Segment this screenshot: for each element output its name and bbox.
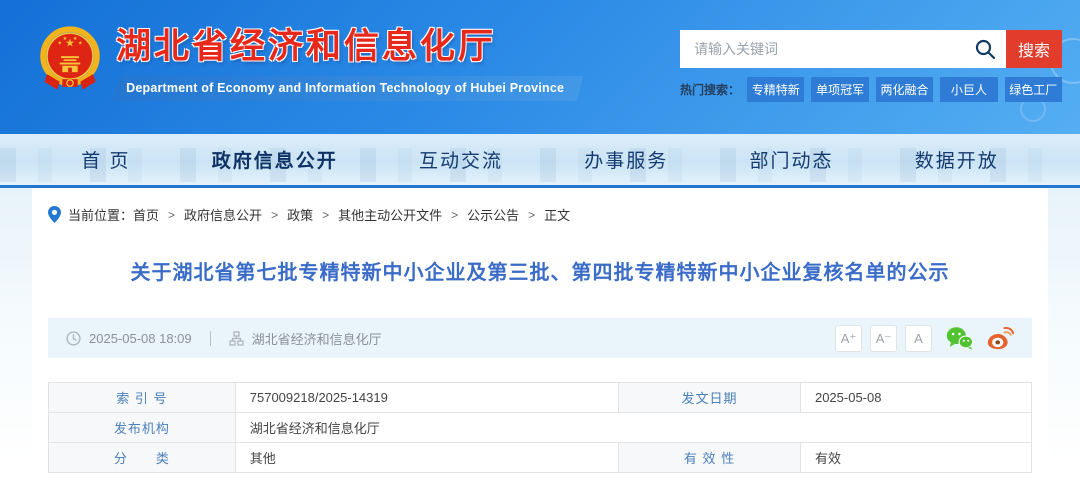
breadcrumb-separator: > xyxy=(528,208,535,222)
category-value: 其他 xyxy=(235,443,618,473)
issue-date-label: 发文日期 xyxy=(619,383,801,413)
main-nav: 首 页 政府信息公开 互动交流 办事服务 部门动态 数据开放 xyxy=(0,134,1080,188)
search-block: 搜索 热门搜索： 专精特新 单项冠军 两化融合 小巨人 绿色工厂 xyxy=(680,30,1062,102)
index-number-label: 索 引 号 xyxy=(49,383,236,413)
hot-tag-lianghuaronghe[interactable]: 两化融合 xyxy=(876,77,933,102)
site-header: ★ ★ ★ ★ ★ 湖北省经济和信息化厅 Department of Econo… xyxy=(0,0,1080,134)
issuing-org-value: 湖北省经济和信息化厅 xyxy=(235,413,1031,443)
publish-source: 湖北省经济和信息化厅 xyxy=(252,329,382,348)
nav-item-gov-info[interactable]: 政府信息公开 xyxy=(212,146,338,173)
clock-icon xyxy=(66,331,81,346)
weibo-share-icon[interactable] xyxy=(987,326,1014,350)
search-input-wrap xyxy=(680,30,1006,68)
category-label: 分 类 xyxy=(49,443,236,473)
search-button[interactable]: 搜索 xyxy=(1006,30,1062,68)
breadcrumb-gov-info[interactable]: 政府信息公开 xyxy=(184,205,262,224)
content-panel: 当前位置： 首页 > 政府信息公开 > 政策 > 其他主动公开文件 > 公示公告… xyxy=(32,188,1048,492)
document-info-table: 索 引 号 757009218/2025-14319 发文日期 2025-05-… xyxy=(48,382,1032,473)
hot-search-label: 热门搜索： xyxy=(680,81,740,98)
location-pin-icon xyxy=(48,206,61,223)
breadcrumb: 当前位置： 首页 > 政府信息公开 > 政策 > 其他主动公开文件 > 公示公告… xyxy=(32,188,1048,224)
nav-item-open-data[interactable]: 数据开放 xyxy=(915,146,999,173)
breadcrumb-separator: > xyxy=(271,208,278,222)
breadcrumb-home[interactable]: 首页 xyxy=(133,205,159,224)
index-number-value: 757009218/2025-14319 xyxy=(235,383,618,413)
issue-date-value: 2025-05-08 xyxy=(800,383,1031,413)
breadcrumb-separator: > xyxy=(451,208,458,222)
nav-item-home[interactable]: 首 页 xyxy=(81,146,130,173)
font-decrease-button[interactable]: A⁻ xyxy=(870,325,897,352)
svg-text:★: ★ xyxy=(78,40,83,46)
publish-datetime: 2025-05-08 18:09 xyxy=(89,331,192,346)
table-row: 发布机构 湖北省经济和信息化厅 xyxy=(49,413,1032,443)
org-sitemap-icon xyxy=(229,331,244,346)
validity-value: 有效 xyxy=(800,443,1031,473)
search-icon[interactable] xyxy=(974,38,996,60)
breadcrumb-separator: > xyxy=(168,208,175,222)
site-title: 湖北省经济和信息化厅 xyxy=(116,18,580,69)
article-title: 关于湖北省第七批专精特新中小企业及第三批、第四批专精特新中小企业复核名单的公示 xyxy=(32,259,1048,287)
article-meta-bar: 2025-05-08 18:09 湖北省经济和信息化厅 A⁺ A⁻ A xyxy=(48,318,1032,358)
breadcrumb-other-docs[interactable]: 其他主动公开文件 xyxy=(338,205,442,224)
font-increase-button[interactable]: A⁺ xyxy=(835,325,862,352)
meta-divider xyxy=(210,331,211,346)
breadcrumb-announcements[interactable]: 公示公告 xyxy=(467,205,519,224)
page-background: 当前位置： 首页 > 政府信息公开 > 政策 > 其他主动公开文件 > 公示公告… xyxy=(0,188,1080,492)
national-emblem-logo: ★ ★ ★ ★ ★ xyxy=(38,25,102,95)
nav-item-interaction[interactable]: 互动交流 xyxy=(419,146,503,173)
breadcrumb-current: 正文 xyxy=(544,205,570,224)
table-row: 分 类 其他 有 效 性 有效 xyxy=(49,443,1032,473)
breadcrumb-separator: > xyxy=(322,208,329,222)
nav-item-services[interactable]: 办事服务 xyxy=(584,146,668,173)
svg-text:★: ★ xyxy=(63,36,68,42)
site-title-en-band: Department of Economy and Information Te… xyxy=(113,76,583,101)
hot-search-tags: 专精特新 单项冠军 两化融合 小巨人 绿色工厂 xyxy=(747,77,1062,102)
breadcrumb-label: 当前位置： xyxy=(68,205,133,224)
hot-tag-xiaojuren[interactable]: 小巨人 xyxy=(940,77,997,102)
svg-text:★: ★ xyxy=(73,36,78,42)
site-brand: ★ ★ ★ ★ ★ 湖北省经济和信息化厅 Department of Econo… xyxy=(38,18,580,101)
breadcrumb-policy[interactable]: 政策 xyxy=(287,205,313,224)
search-input[interactable] xyxy=(680,41,974,57)
issuing-org-label: 发布机构 xyxy=(49,413,236,443)
hot-tag-lvsegongchang[interactable]: 绿色工厂 xyxy=(1005,77,1062,102)
wechat-share-icon[interactable] xyxy=(946,326,973,350)
font-reset-button[interactable]: A xyxy=(905,325,932,352)
hot-tag-zhuanjingtexin[interactable]: 专精特新 xyxy=(747,77,804,102)
article-meta-right: A⁺ A⁻ A xyxy=(835,325,1014,352)
nav-item-department-news[interactable]: 部门动态 xyxy=(750,146,834,173)
article-meta-left: 2025-05-08 18:09 湖北省经济和信息化厅 xyxy=(66,329,382,348)
validity-label: 有 效 性 xyxy=(619,443,801,473)
table-row: 索 引 号 757009218/2025-14319 发文日期 2025-05-… xyxy=(49,383,1032,413)
site-title-en: Department of Economy and Information Te… xyxy=(126,81,564,95)
hot-tag-danxiangguanjun[interactable]: 单项冠军 xyxy=(811,77,868,102)
svg-text:★: ★ xyxy=(57,40,62,46)
